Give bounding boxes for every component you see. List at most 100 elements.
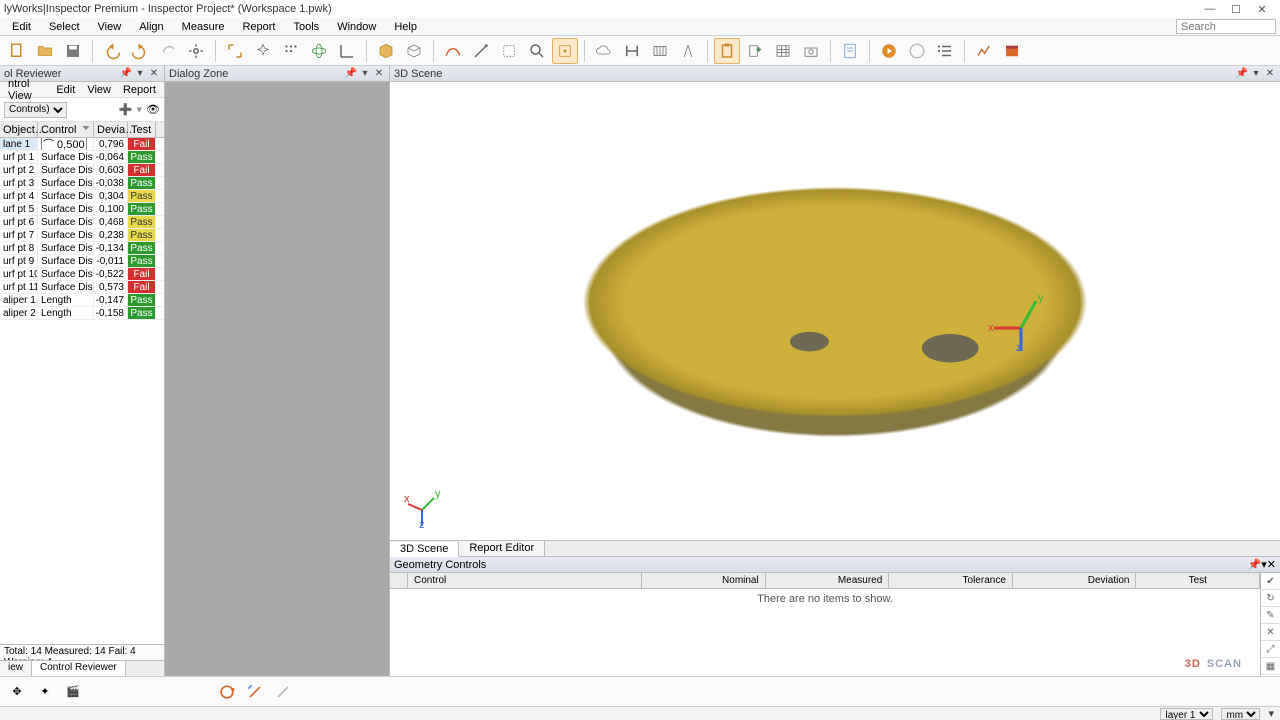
- dropdown-icon[interactable]: ▾: [359, 68, 371, 80]
- tool3-icon[interactable]: [272, 681, 294, 703]
- geom-col-deviation[interactable]: Deviation: [1013, 573, 1137, 588]
- 3d-viewport[interactable]: x y z x y z: [390, 82, 1280, 540]
- search-box[interactable]: [1176, 19, 1276, 34]
- table-row[interactable]: urf pt 7Surface Distan…0,238Pass: [0, 229, 164, 242]
- close-panel-icon[interactable]: ✕: [373, 68, 385, 80]
- unit-select[interactable]: mm: [1221, 708, 1260, 720]
- geom-col-measured[interactable]: Measured: [766, 573, 890, 588]
- gauge-icon[interactable]: [647, 38, 673, 64]
- table-row[interactable]: urf pt 4Surface Distan…0,304Pass: [0, 190, 164, 203]
- pin-icon[interactable]: 📌: [120, 68, 132, 80]
- curve-icon[interactable]: [440, 38, 466, 64]
- menu-view[interactable]: View: [90, 20, 130, 34]
- menu-tools[interactable]: Tools: [286, 20, 328, 34]
- table-row[interactable]: urf pt 10Surface Distan…-0,522Fail: [0, 268, 164, 281]
- menu-align[interactable]: Align: [131, 20, 171, 34]
- results-table[interactable]: lane 1⌒ 0,5000,796Failurf pt 1Surface Di…: [0, 138, 164, 320]
- col-deviation[interactable]: Devia…: [94, 122, 128, 137]
- center-icon[interactable]: [552, 38, 578, 64]
- cube-icon[interactable]: [373, 38, 399, 64]
- table-row[interactable]: urf pt 9Surface Distan…-0,011Pass: [0, 255, 164, 268]
- play-icon[interactable]: [876, 38, 902, 64]
- menu-window[interactable]: Window: [329, 20, 384, 34]
- list-icon[interactable]: [932, 38, 958, 64]
- open-icon[interactable]: [32, 38, 58, 64]
- axis-icon[interactable]: [334, 38, 360, 64]
- menu-help[interactable]: Help: [386, 20, 425, 34]
- select-box-icon[interactable]: [496, 38, 522, 64]
- stop-icon[interactable]: [904, 38, 930, 64]
- delete-icon[interactable]: ✕: [1261, 624, 1280, 641]
- menu-select[interactable]: Select: [41, 20, 88, 34]
- redo2-icon[interactable]: [155, 38, 181, 64]
- check-icon[interactable]: ✔: [1261, 573, 1280, 590]
- col-control[interactable]: Control: [38, 122, 94, 137]
- table-icon[interactable]: [770, 38, 796, 64]
- geom-col-tolerance[interactable]: Tolerance: [889, 573, 1013, 588]
- expand-icon[interactable]: ⤢: [1261, 641, 1280, 658]
- status-chevron-icon[interactable]: ▾: [1268, 707, 1274, 720]
- wrench-icon[interactable]: ✎: [1261, 607, 1280, 624]
- mesh-icon[interactable]: [401, 38, 427, 64]
- table-row[interactable]: aliper 2Length-0,158Pass: [0, 307, 164, 320]
- tab-3d-scene[interactable]: 3D Scene: [390, 542, 459, 557]
- add-icon[interactable]: ➕: [119, 103, 133, 116]
- probe-icon[interactable]: [468, 38, 494, 64]
- pin-icon[interactable]: 📌: [1236, 68, 1248, 80]
- geom-col-nominal[interactable]: Nominal: [642, 573, 766, 588]
- eye-icon[interactable]: 👁: [146, 103, 160, 116]
- tab-report-editor[interactable]: Report Editor: [459, 541, 545, 556]
- table-row[interactable]: urf pt 5Surface Distan…0,100Pass: [0, 203, 164, 216]
- submenu-view[interactable]: View: [83, 84, 115, 96]
- controls-dropdown[interactable]: Controls): [4, 102, 67, 118]
- grid-icon[interactable]: ▦: [1261, 658, 1280, 675]
- caliper-icon[interactable]: [619, 38, 645, 64]
- refresh-icon[interactable]: ↻: [1261, 590, 1280, 607]
- table-row[interactable]: urf pt 6Surface Distan…0,468Pass: [0, 216, 164, 229]
- fit-icon[interactable]: [222, 38, 248, 64]
- pin-icon[interactable]: 📌: [345, 68, 357, 80]
- dropdown-icon[interactable]: ▾: [1250, 68, 1262, 80]
- cycle-icon[interactable]: [216, 681, 238, 703]
- match-icon[interactable]: ✦: [34, 681, 56, 703]
- close-icon[interactable]: ✕: [1256, 3, 1268, 15]
- add-control-icon[interactable]: [742, 38, 768, 64]
- table-row[interactable]: lane 1⌒ 0,5000,796Fail: [0, 138, 164, 151]
- close-panel-icon[interactable]: ✕: [148, 68, 160, 80]
- col-object[interactable]: Object…: [0, 122, 38, 137]
- menu-edit[interactable]: Edit: [4, 20, 39, 34]
- close-panel-icon[interactable]: ✕: [1267, 558, 1276, 571]
- menu-report[interactable]: Report: [234, 20, 283, 34]
- compass-icon[interactable]: [675, 38, 701, 64]
- data-icon[interactable]: [278, 38, 304, 64]
- camera-icon[interactable]: [798, 38, 824, 64]
- dropdown-icon[interactable]: ▾: [134, 68, 146, 80]
- table-row[interactable]: urf pt 2Surface Distan…0,603Fail: [0, 164, 164, 177]
- undo-icon[interactable]: [99, 38, 125, 64]
- spark-icon[interactable]: [250, 38, 276, 64]
- new-icon[interactable]: [4, 38, 30, 64]
- table-row[interactable]: urf pt 8Surface Distan…-0,134Pass: [0, 242, 164, 255]
- window-icon[interactable]: [999, 38, 1025, 64]
- geom-col-control[interactable]: Control: [408, 573, 642, 588]
- tool2-icon[interactable]: [244, 681, 266, 703]
- report-icon[interactable]: [837, 38, 863, 64]
- redo-icon[interactable]: [127, 38, 153, 64]
- table-row[interactable]: urf pt 3Surface Distan…-0,038Pass: [0, 177, 164, 190]
- zoom-icon[interactable]: [524, 38, 550, 64]
- close-panel-icon[interactable]: ✕: [1264, 68, 1276, 80]
- col-test[interactable]: Test: [128, 122, 156, 137]
- graph-icon[interactable]: [971, 38, 997, 64]
- geom-col-test[interactable]: Test: [1136, 573, 1260, 588]
- options-icon[interactable]: [183, 38, 209, 64]
- cloud-icon[interactable]: [591, 38, 617, 64]
- atom-icon[interactable]: [306, 38, 332, 64]
- submenu-report[interactable]: Report: [119, 84, 160, 96]
- search-input[interactable]: [1176, 19, 1276, 34]
- clipboard-icon[interactable]: [714, 38, 740, 64]
- save-icon[interactable]: [60, 38, 86, 64]
- table-row[interactable]: aliper 1Length-0,147Pass: [0, 294, 164, 307]
- menu-measure[interactable]: Measure: [174, 20, 233, 34]
- minimize-icon[interactable]: —: [1204, 3, 1216, 15]
- filter-icon[interactable]: ▾: [137, 103, 143, 116]
